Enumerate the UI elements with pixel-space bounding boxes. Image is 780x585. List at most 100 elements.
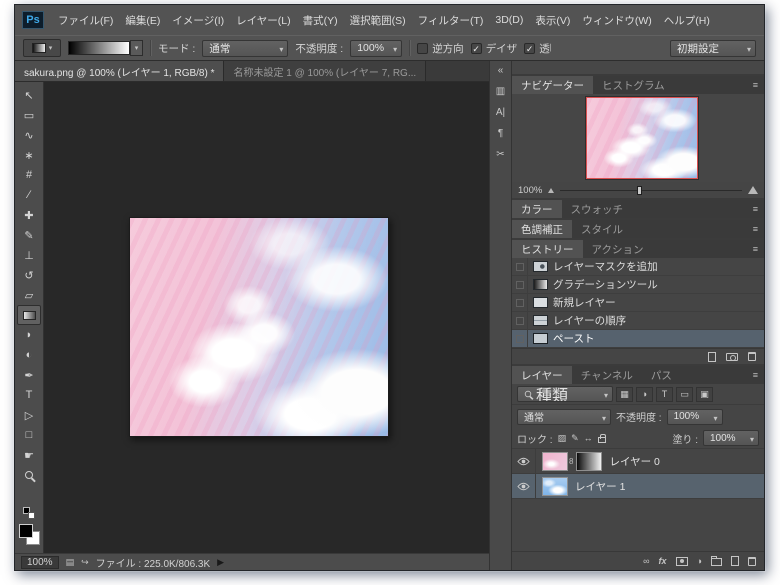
menu-item[interactable]: ヘルプ(H): [658, 9, 716, 32]
menu-item[interactable]: ウィンドウ(W): [576, 9, 657, 32]
panel-menu-icon[interactable]: ≡: [747, 220, 764, 238]
healing-brush-tool[interactable]: ✚: [17, 205, 41, 225]
menu-item[interactable]: 選択範囲(S): [344, 9, 412, 32]
filter-pixel-layers-button[interactable]: ▦: [616, 386, 633, 402]
menu-item[interactable]: 3D(D): [489, 10, 529, 30]
history-source-checkbox[interactable]: [512, 330, 528, 347]
tab-swatches[interactable]: スウォッチ: [562, 200, 633, 218]
layer-filter-dropdown[interactable]: 種類: [517, 386, 613, 402]
adjustment-layer-icon[interactable]: ◑: [697, 556, 702, 566]
default-colors-icon[interactable]: [23, 507, 35, 519]
tab-histogram[interactable]: ヒストグラム: [593, 76, 674, 94]
new-layer-icon[interactable]: [731, 556, 739, 566]
tool-preset-picker[interactable]: ▾: [23, 39, 61, 57]
layer-row-1-selected[interactable]: レイヤー 1: [512, 474, 764, 499]
zoom-tool[interactable]: [17, 465, 41, 485]
history-item[interactable]: レイヤーマスクを追加: [512, 258, 764, 276]
menu-item[interactable]: ファイル(F): [52, 9, 119, 32]
lock-position-icon[interactable]: ↔: [584, 433, 593, 443]
character-panel-icon[interactable]: A|: [496, 108, 505, 118]
layer-mask-thumbnail[interactable]: [576, 451, 603, 471]
layer-blend-mode-dropdown[interactable]: 通常: [517, 408, 611, 425]
filter-shape-layers-button[interactable]: ▭: [676, 386, 693, 402]
expand-panels-icon[interactable]: «: [498, 66, 504, 76]
lasso-tool[interactable]: ∿: [17, 125, 41, 145]
dodge-tool[interactable]: ◐: [17, 345, 41, 365]
layer-fill-dropdown[interactable]: 100%: [703, 430, 759, 446]
navigator-zoom-slider[interactable]: [560, 185, 742, 195]
new-document-from-state-icon[interactable]: [708, 351, 716, 362]
menu-item[interactable]: 書式(Y): [297, 9, 344, 32]
zoom-in-icon[interactable]: [748, 186, 758, 194]
add-layer-mask-icon[interactable]: [675, 556, 688, 566]
filter-type-layers-button[interactable]: T: [656, 386, 673, 402]
history-item[interactable]: レイヤーの順序: [512, 312, 764, 330]
gradient-picker[interactable]: ▾: [68, 40, 143, 56]
opacity-dropdown[interactable]: 100%: [350, 39, 403, 57]
canvas-area[interactable]: [44, 82, 489, 553]
filter-adjustment-layers-button[interactable]: ◑: [636, 386, 653, 402]
panel-menu-icon[interactable]: ≡: [747, 200, 764, 218]
checkbox-icon[interactable]: [524, 42, 536, 54]
paragraph-panel-icon[interactable]: ¶: [498, 129, 503, 139]
gradient-sample-swatch[interactable]: [68, 41, 130, 55]
blur-tool[interactable]: ◗: [17, 325, 41, 345]
tab-actions[interactable]: アクション: [583, 240, 653, 258]
panel-menu-icon[interactable]: ≡: [747, 76, 764, 94]
workspace-dropdown[interactable]: 初期設定: [670, 39, 756, 57]
tool-presets-panel-icon[interactable]: ✂: [496, 150, 504, 160]
pen-tool[interactable]: ✒: [17, 365, 41, 385]
link-layers-icon[interactable]: ∞: [643, 556, 649, 566]
history-source-checkbox[interactable]: [512, 258, 528, 275]
delete-state-icon[interactable]: [748, 352, 756, 361]
reverse-checkbox[interactable]: 逆方向: [417, 41, 464, 56]
new-snapshot-icon[interactable]: [726, 352, 738, 361]
panel-menu-icon[interactable]: ≡: [747, 366, 764, 384]
layer-style-icon[interactable]: fx: [659, 556, 667, 566]
type-tool[interactable]: T: [17, 385, 41, 405]
document-image[interactable]: [129, 217, 389, 437]
filter-smart-objects-button[interactable]: ▣: [696, 386, 713, 402]
blend-mode-dropdown[interactable]: 通常: [202, 39, 289, 57]
clone-stamp-tool[interactable]: ⊥: [17, 245, 41, 265]
layer-row-0[interactable]: 8 レイヤー 0: [512, 449, 764, 474]
tab-styles[interactable]: スタイル: [572, 220, 632, 238]
eraser-tool[interactable]: ▱: [17, 285, 41, 305]
history-source-checkbox[interactable]: [512, 276, 528, 293]
tab-paths[interactable]: パス: [642, 366, 681, 384]
history-item[interactable]: グラデーションツール: [512, 276, 764, 294]
hand-tool[interactable]: ☛: [17, 445, 41, 465]
menu-item[interactable]: 編集(E): [119, 9, 166, 32]
tab-adjustments[interactable]: 色調補正: [512, 220, 572, 238]
path-selection-tool[interactable]: ▷: [17, 405, 41, 425]
zoom-out-icon[interactable]: [548, 187, 555, 193]
transparency-checkbox[interactable]: 透明部分: [524, 41, 551, 56]
checkbox-icon[interactable]: [470, 42, 482, 54]
layer-thumbnail[interactable]: [542, 476, 568, 496]
lock-transparent-pixels-icon[interactable]: ▨: [558, 433, 567, 444]
lock-all-icon[interactable]: [597, 434, 606, 443]
layer-visibility-toggle[interactable]: [512, 449, 536, 473]
document-tab-active[interactable]: sakura.png @ 100% (レイヤー 1, RGB/8) *: [15, 61, 225, 81]
history-source-checkbox[interactable]: [512, 312, 528, 329]
menu-item[interactable]: フィルター(T): [412, 9, 490, 32]
checkbox-icon[interactable]: [417, 42, 429, 54]
panel-menu-icon[interactable]: ≡: [747, 240, 764, 258]
menu-item[interactable]: イメージ(I): [166, 9, 230, 32]
zoom-level-field[interactable]: 100%: [21, 555, 59, 569]
history-brush-tool[interactable]: ↺: [17, 265, 41, 285]
layer-opacity-dropdown[interactable]: 100%: [666, 408, 723, 425]
dither-checkbox[interactable]: デイザ: [470, 41, 517, 56]
new-group-icon[interactable]: [711, 556, 722, 566]
tab-channels[interactable]: チャンネル: [572, 366, 642, 384]
gradient-picker-arrow-icon[interactable]: ▾: [130, 40, 143, 56]
tab-navigator[interactable]: ナビゲーター: [512, 76, 593, 94]
brush-tool[interactable]: ✎: [17, 225, 41, 245]
gradient-tool[interactable]: [17, 305, 41, 325]
foreground-background-swatches[interactable]: [18, 524, 40, 545]
crop-tool[interactable]: #: [17, 165, 41, 185]
magic-wand-tool[interactable]: ∗: [17, 145, 41, 165]
foreground-color-swatch[interactable]: [18, 524, 33, 538]
rectangular-marquee-tool[interactable]: ▭: [17, 105, 41, 125]
delete-layer-icon[interactable]: [748, 556, 756, 566]
